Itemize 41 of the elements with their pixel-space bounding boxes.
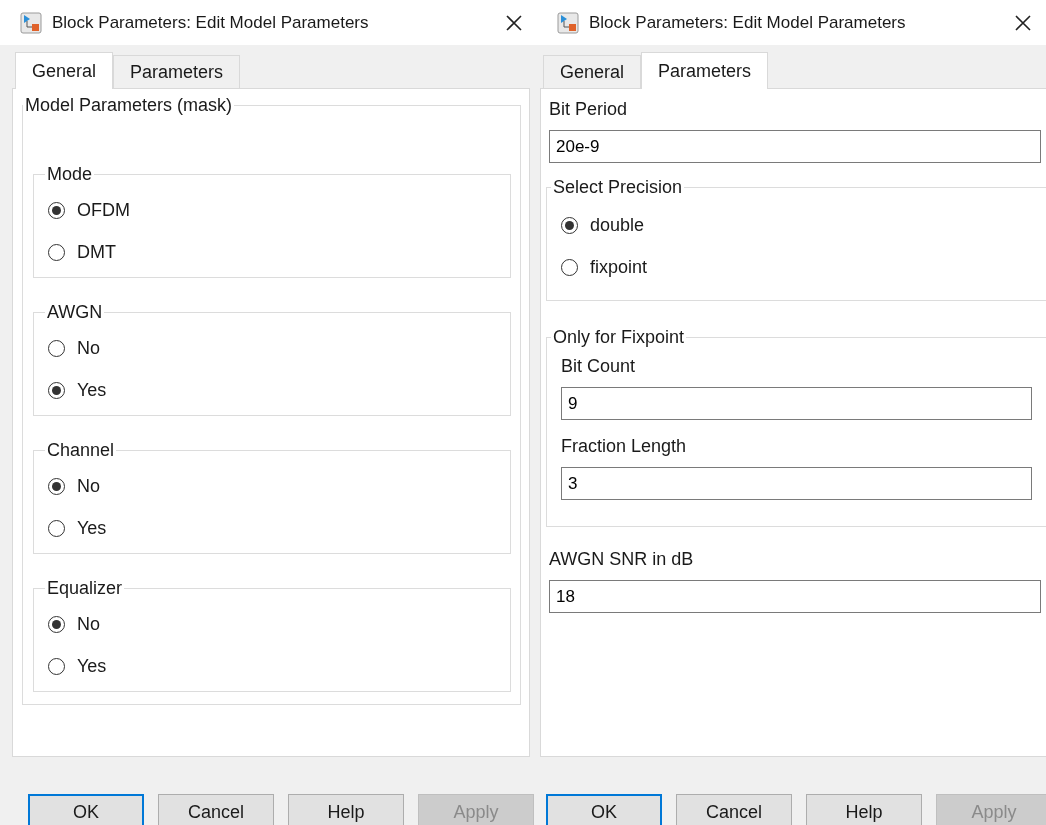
group-title: Model Parameters (mask)	[24, 95, 234, 116]
window-title: Block Parameters: Edit Model Parameters	[589, 12, 907, 33]
tab[interactable]: Parameters	[641, 52, 769, 89]
dialog-button[interactable]: Cancel	[676, 794, 792, 825]
tab[interactable]: General	[15, 52, 114, 89]
field-label: AWGN SNR in dB	[549, 548, 695, 571]
input-field[interactable]: 18	[549, 580, 1041, 613]
group-title: Mode	[46, 164, 94, 185]
close-icon[interactable]	[505, 13, 523, 32]
group-title: AWGN	[46, 302, 104, 323]
radio-label[interactable]: No	[77, 613, 100, 635]
radio-label[interactable]: fixpoint	[590, 256, 648, 278]
group-title: Select Precision	[552, 177, 684, 198]
window-title: Block Parameters: Edit Model Parameters	[52, 12, 370, 33]
input-field[interactable]: 3	[561, 467, 1032, 500]
tab[interactable]: Parameters	[113, 55, 241, 88]
dialog-button[interactable]: OK	[28, 794, 144, 825]
radio-label[interactable]: No	[77, 475, 100, 497]
radio-label[interactable]: double	[590, 214, 645, 236]
radio-label[interactable]: DMT	[77, 241, 116, 263]
input-field[interactable]: 20e-9	[549, 130, 1041, 163]
dialog-button[interactable]: Help	[288, 794, 404, 825]
dialog-button[interactable]: OK	[546, 794, 662, 825]
radio-label[interactable]: OFDM	[77, 199, 130, 221]
radio-label[interactable]: Yes	[77, 379, 107, 401]
field-label: Bit Count	[561, 355, 637, 378]
radio-label[interactable]: Yes	[77, 517, 107, 539]
tab[interactable]: General	[543, 55, 642, 88]
field-label: Bit Period	[549, 98, 629, 121]
input-field[interactable]: 9	[561, 387, 1032, 420]
group-title: Equalizer	[46, 578, 124, 599]
group-title: Channel	[46, 440, 116, 461]
block-icon	[557, 11, 579, 34]
group-title: Only for Fixpoint	[552, 327, 686, 348]
block-icon	[20, 11, 42, 34]
radio-label[interactable]: Yes	[77, 655, 107, 677]
dialog-button[interactable]: Cancel	[158, 794, 274, 825]
close-icon[interactable]	[1014, 13, 1032, 32]
dialog-button[interactable]: Help	[806, 794, 922, 825]
field-label: Fraction Length	[561, 435, 688, 458]
radio-label[interactable]: No	[77, 337, 100, 359]
